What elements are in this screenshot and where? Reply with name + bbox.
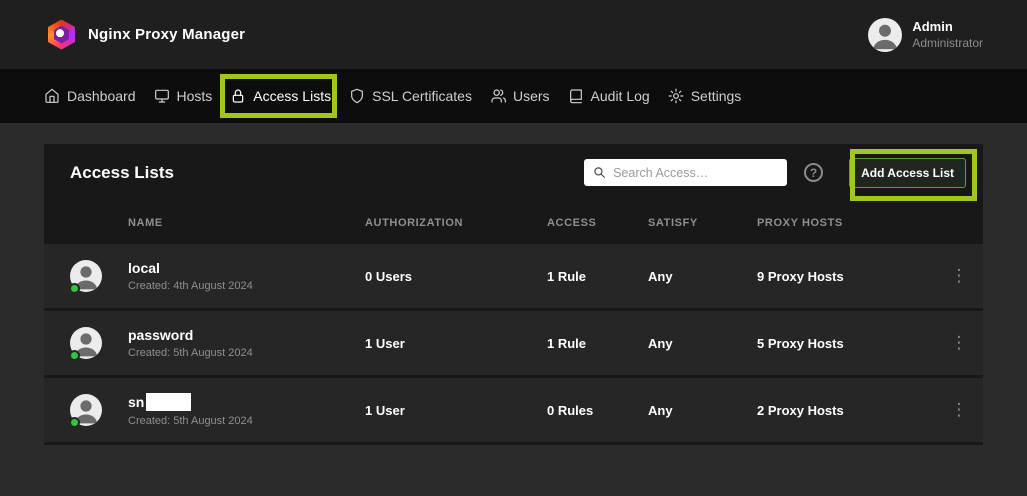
- nav-item-hosts[interactable]: Hosts: [154, 88, 213, 104]
- card-header: Access Lists ? Add Access List: [44, 144, 983, 201]
- nav-item-ssl-certificates[interactable]: SSL Certificates: [349, 88, 472, 104]
- shield-icon: [349, 88, 365, 104]
- user-name: Admin: [912, 19, 983, 34]
- user-role: Administrator: [912, 36, 983, 50]
- created-date: Created: 5th August 2024: [128, 347, 253, 359]
- nav-item-audit-log[interactable]: Audit Log: [568, 88, 650, 104]
- search-icon: [593, 166, 606, 179]
- proxy-hosts-value: 9 Proxy Hosts: [757, 269, 935, 284]
- row-avatar: [70, 260, 102, 292]
- home-icon: [44, 88, 60, 104]
- status-dot: [69, 350, 80, 361]
- access-lists-card: Access Lists ? Add Access List NAME AUTH…: [44, 144, 983, 445]
- add-access-list-button[interactable]: Add Access List: [849, 158, 966, 188]
- satisfy-value: Any: [648, 269, 757, 284]
- user-menu[interactable]: Admin Administrator: [868, 18, 983, 52]
- access-list-name: local: [128, 260, 160, 276]
- satisfy-value: Any: [648, 336, 757, 351]
- book-icon: [568, 88, 584, 104]
- lock-icon: [230, 88, 246, 104]
- search-input[interactable]: [613, 166, 778, 180]
- column-header-name: NAME: [44, 217, 365, 229]
- proxy-hosts-value: 5 Proxy Hosts: [757, 336, 935, 351]
- access-value: 1 Rule: [547, 336, 648, 351]
- gear-icon: [668, 88, 684, 104]
- table-row[interactable]: local Created: 4th August 2024 0 Users 1…: [44, 244, 983, 308]
- authorization-value: 1 User: [365, 336, 547, 351]
- nav-label: Audit Log: [591, 88, 650, 104]
- status-dot: [69, 417, 80, 428]
- monitor-icon: [154, 88, 170, 104]
- row-avatar: [70, 327, 102, 359]
- nav-item-access-lists[interactable]: Access Lists: [230, 88, 331, 104]
- row-menu-icon[interactable]: ⋮: [935, 335, 983, 352]
- user-avatar: [868, 18, 902, 52]
- created-date: Created: 4th August 2024: [128, 280, 253, 292]
- app-logo-icon: [48, 20, 75, 50]
- nav-label: Settings: [691, 88, 742, 104]
- page-title: Access Lists: [70, 163, 584, 183]
- column-header-proxy-hosts: PROXY HOSTS: [757, 217, 935, 229]
- user-text: Admin Administrator: [912, 19, 983, 50]
- satisfy-value: Any: [648, 403, 757, 418]
- column-header-authorization: AUTHORIZATION: [365, 217, 547, 229]
- row-menu-icon[interactable]: ⋮: [935, 402, 983, 419]
- row-avatar: [70, 394, 102, 426]
- column-header-access: ACCESS: [547, 217, 648, 229]
- access-list-name: password: [128, 327, 193, 343]
- nav-item-users[interactable]: Users: [490, 88, 550, 104]
- name-cell: sn Created: 5th August 2024: [44, 393, 365, 427]
- created-date: Created: 5th August 2024: [128, 415, 253, 427]
- main-nav: Dashboard Hosts Access Lists SSL Certifi…: [0, 69, 1027, 123]
- nav-label: Users: [513, 88, 550, 104]
- proxy-hosts-value: 2 Proxy Hosts: [757, 403, 935, 418]
- person-icon: [868, 18, 902, 52]
- top-bar: Nginx Proxy Manager Admin Administrator: [0, 0, 1027, 69]
- access-value: 0 Rules: [547, 403, 648, 418]
- nav-label: Hosts: [177, 88, 213, 104]
- nav-label: SSL Certificates: [372, 88, 472, 104]
- access-value: 1 Rule: [547, 269, 648, 284]
- table-row[interactable]: password Created: 5th August 2024 1 User…: [44, 311, 983, 375]
- nav-item-dashboard[interactable]: Dashboard: [44, 88, 136, 104]
- help-icon[interactable]: ?: [804, 163, 823, 182]
- name-cell: password Created: 5th August 2024: [44, 327, 365, 359]
- row-menu-icon[interactable]: ⋮: [935, 268, 983, 285]
- column-header-satisfy: SATISFY: [648, 217, 757, 229]
- status-dot: [69, 283, 80, 294]
- access-list-name: sn: [128, 394, 144, 410]
- nav-label: Access Lists: [253, 88, 331, 104]
- table-row[interactable]: sn Created: 5th August 2024 1 User 0 Rul…: [44, 378, 983, 442]
- name-cell: local Created: 4th August 2024: [44, 260, 365, 292]
- nav-label: Dashboard: [67, 88, 136, 104]
- search-box: [584, 159, 787, 186]
- nav-item-settings[interactable]: Settings: [668, 88, 742, 104]
- authorization-value: 1 User: [365, 403, 547, 418]
- authorization-value: 0 Users: [365, 269, 547, 284]
- redaction-box: [146, 393, 191, 411]
- users-icon: [490, 88, 506, 104]
- app-title: Nginx Proxy Manager: [88, 26, 245, 43]
- table-header: NAME AUTHORIZATION ACCESS SATISFY PROXY …: [44, 201, 983, 244]
